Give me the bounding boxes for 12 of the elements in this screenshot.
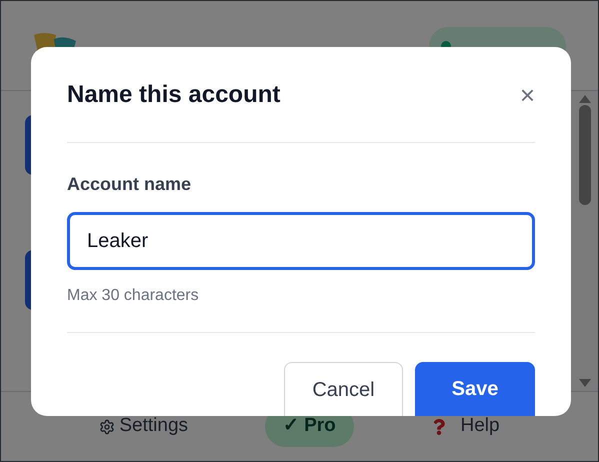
settings-icon — [99, 418, 116, 434]
scroll-up-arrow-icon[interactable] — [578, 95, 590, 103]
field-label: Account name — [67, 173, 192, 196]
dialog-title: Name this account — [67, 80, 280, 110]
scrollbar-thumb[interactable] — [578, 105, 590, 205]
field-hint: Max 30 characters — [67, 286, 200, 306]
scroll-down-arrow-icon[interactable] — [578, 379, 590, 387]
settings-button[interactable]: Settings — [99, 412, 188, 441]
close-button[interactable]: × — [520, 82, 535, 108]
account-name-field[interactable]: Leaker — [67, 212, 535, 270]
cancel-button[interactable]: Cancel — [284, 362, 403, 416]
save-button[interactable]: Save — [415, 362, 535, 416]
